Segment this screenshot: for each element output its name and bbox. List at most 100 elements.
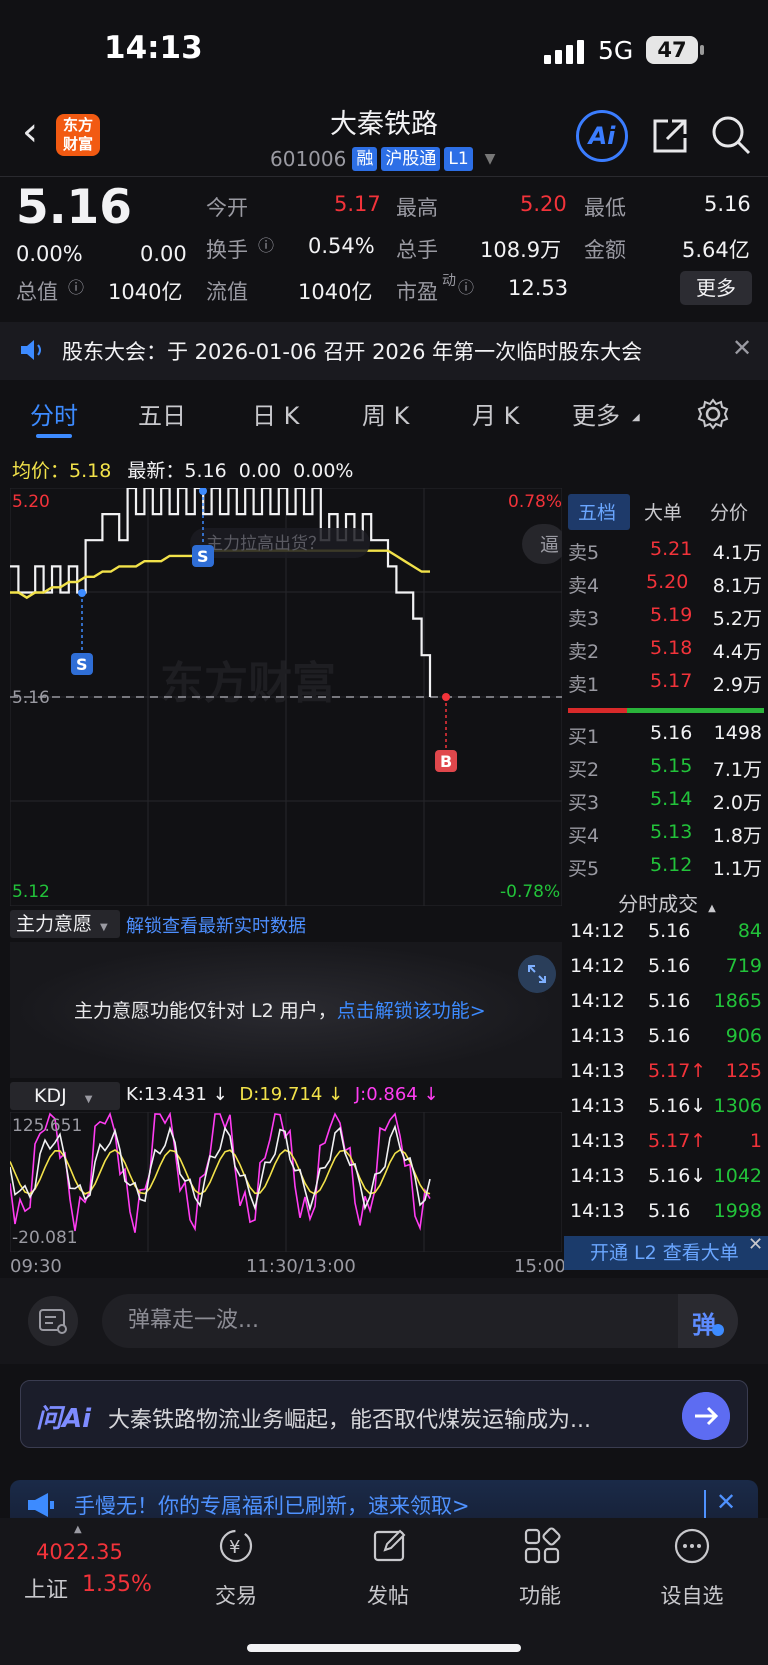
pct-bottom: -0.78% (500, 882, 561, 902)
intent-unlock-link[interactable]: 解锁查看最新实时数据 (126, 912, 306, 938)
stock-code: 601006 (270, 147, 347, 171)
function-icon[interactable] (522, 1526, 562, 1566)
bid-row-2[interactable]: 买2 5.15 7.1万 (566, 755, 768, 788)
ai-button[interactable]: Ai (576, 110, 628, 162)
close-icon[interactable]: ✕ (716, 1488, 736, 1516)
tab-price-dist[interactable]: 分价 (710, 498, 748, 525)
tab-intraday[interactable]: 分时 (30, 396, 78, 431)
kdj-selector[interactable]: KDJ ▼ (10, 1082, 120, 1110)
ask-row-3[interactable]: 卖3 5.19 5.2万 (566, 604, 768, 637)
close-icon[interactable]: ✕ (732, 334, 752, 362)
info-icon[interactable]: ⓘ (258, 232, 274, 256)
ask-row-1[interactable]: 卖1 5.17 2.9万 (566, 670, 768, 703)
bid-row-4[interactable]: 买4 5.13 1.8万 (566, 821, 768, 854)
tab-week-k[interactable]: 周 K (362, 396, 409, 431)
info-icon[interactable]: ⓘ (68, 274, 84, 298)
time-mid: 11:30/13:00 (246, 1256, 356, 1277)
search-icon[interactable] (710, 114, 752, 156)
bid-row-5[interactable]: 买5 5.12 1.1万 (566, 854, 768, 887)
tab-more[interactable]: 更多 (572, 396, 620, 431)
index-name[interactable]: 上证 (24, 1572, 68, 1604)
svg-text:B: B (440, 752, 452, 771)
tick-row: 14:13 5.16 906 (570, 1025, 762, 1047)
turnover-label: 换手 (206, 238, 248, 262)
caret-down-icon: ▼ (84, 1094, 93, 1105)
ask-row-2[interactable]: 卖2 5.18 4.4万 (566, 637, 768, 670)
ai-ask-logo: 问Ai (36, 1404, 92, 1434)
open-value: 5.17 (334, 192, 381, 216)
watchlist-icon[interactable] (672, 1526, 712, 1566)
kdj-chart[interactable] (10, 1112, 562, 1252)
svg-text:逼: 逼 (540, 534, 559, 556)
axis-mid: 5.16 (12, 688, 50, 708)
low-value: 5.16 (704, 192, 751, 216)
change-pct: 0.00% (16, 242, 83, 266)
last-price: 5.16 (16, 180, 132, 235)
volume-value: 108.9万 (480, 238, 562, 262)
danmu-input[interactable]: 弹幕走一波... (102, 1294, 738, 1348)
bid-row-1[interactable]: 买1 5.16 1498 (566, 722, 768, 755)
mktcap-value: 1040亿 (108, 280, 183, 304)
pe-label: 市盈 (396, 280, 438, 304)
expand-icon[interactable] (518, 955, 556, 993)
l2-upgrade-banner[interactable]: 开通 L2 查看大单 (564, 1236, 768, 1270)
tag-margin: 融 (352, 147, 378, 171)
post-icon[interactable] (370, 1526, 410, 1566)
axis-top: 5.20 (12, 492, 50, 512)
tab-five-day[interactable]: 五日 (138, 396, 186, 431)
tab-day-k[interactable]: 日 K (252, 396, 299, 431)
bid-row-3[interactable]: 买3 5.14 2.0万 (566, 788, 768, 821)
tag-level: L1 (444, 147, 473, 171)
nav-watchlist[interactable]: 设自选 (647, 1580, 737, 1610)
intraday-chart[interactable]: 东方财富 主力拉高出货？ 逼 S S B (10, 488, 562, 906)
index-pct[interactable]: 1.35% (82, 1572, 152, 1597)
more-button[interactable]: 更多 (680, 271, 752, 305)
promo-text: 手慢无！你的专属福利已刷新，速来领取> (74, 1494, 470, 1518)
low-label: 最低 (584, 196, 626, 220)
svg-text:主力拉高出货？: 主力拉高出货？ (206, 534, 325, 554)
status-bar: 14:13 5G 47 (0, 0, 768, 100)
caret-down-icon: ▼ (100, 922, 108, 933)
danmu-settings-icon[interactable] (28, 1296, 78, 1346)
gear-icon[interactable] (697, 398, 729, 430)
danmu-send-button[interactable]: 弹 (678, 1294, 738, 1348)
arrow-right-icon[interactable] (682, 1392, 730, 1440)
close-icon[interactable]: ✕ (748, 1234, 763, 1255)
overlay-button[interactable]: 逼 (522, 524, 562, 564)
share-icon[interactable] (650, 116, 690, 156)
intent-unlock-button[interactable]: 点击解锁该功能> (337, 1000, 486, 1022)
overlay-tip[interactable]: 主力拉高出货？ (190, 528, 370, 558)
nav-function[interactable]: 功能 (495, 1580, 585, 1610)
tick-row: 14:12 5.16 1865 (570, 990, 762, 1012)
info-icon[interactable]: ⓘ (458, 274, 474, 298)
ticks-title[interactable]: 分时成交 ▲ (566, 888, 768, 917)
tab-order-book[interactable]: 五档 (578, 498, 616, 525)
tick-row: 14:13 5.17↑ 125 (570, 1060, 762, 1082)
ask-row-5[interactable]: 卖5 5.21 4.1万 (566, 538, 768, 571)
change-value: 0.00 (140, 242, 187, 266)
svg-text:S: S (197, 547, 209, 566)
tab-underline (36, 434, 72, 438)
tick-row: 14:13 5.16↓ 1042 (570, 1165, 762, 1187)
high-value: 5.20 (520, 192, 567, 216)
intent-message: 主力意愿功能仅针对 L2 用户，点击解锁该功能> (74, 1000, 486, 1022)
trade-icon[interactable]: ¥ (216, 1526, 256, 1566)
tag-connect: 沪股通 (381, 147, 441, 171)
stock-code-row[interactable]: 601006 融 沪股通 L1 ▼ (270, 145, 495, 173)
caret-up-icon: ▲ (708, 903, 716, 914)
ai-ask-question[interactable]: 大秦铁路物流业务崛起，能否取代煤炭运输成为... (108, 1402, 591, 1434)
tab-big-orders[interactable]: 大单 (644, 498, 682, 525)
network-type: 5G (598, 36, 634, 65)
notice-text: 股东大会：于 2026-01-06 召开 2026 年第一次临时股东大会 (62, 340, 643, 364)
intent-selector[interactable]: 主力意愿 ▼ (10, 910, 120, 938)
pe-sup: 动 (442, 273, 456, 289)
nav-post[interactable]: 发帖 (343, 1580, 433, 1610)
ask-row-4[interactable]: 卖4 5.20 8.1万 (566, 571, 768, 604)
tab-month-k[interactable]: 月 K (472, 396, 519, 431)
index-value[interactable]: 4022.35 (36, 1540, 123, 1564)
nav-trade[interactable]: 交易 (191, 1580, 281, 1610)
high-label: 最高 (396, 196, 438, 220)
volume-label: 总手 (396, 238, 438, 262)
speaker-icon (21, 340, 41, 360)
sell-marker-dot (78, 589, 86, 597)
